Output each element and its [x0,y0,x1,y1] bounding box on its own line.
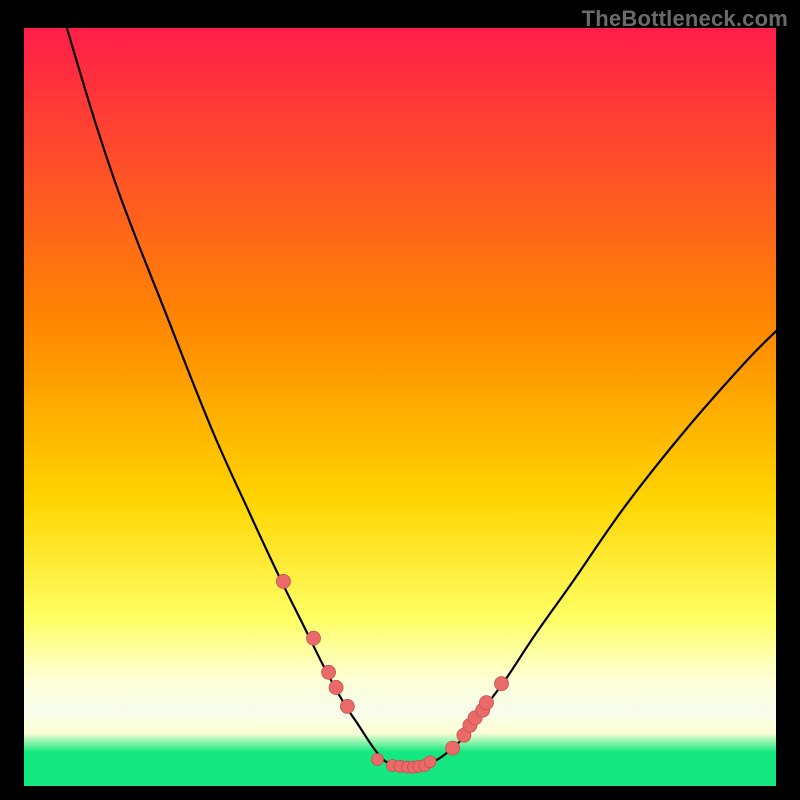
highlight-dot [479,696,493,710]
highlight-dot [495,677,509,691]
bottleneck-plot [24,28,776,786]
highlight-dot [329,680,343,694]
highlight-dot [340,699,354,713]
chart-container: TheBottleneck.com [0,0,800,800]
watermark-text: TheBottleneck.com [582,6,788,32]
gradient-background [24,28,776,786]
highlight-dot [371,753,383,765]
highlight-dot [322,665,336,679]
highlight-dot [307,631,321,645]
highlight-dot [276,574,290,588]
highlight-dot [424,756,436,768]
highlight-dot [446,741,460,755]
